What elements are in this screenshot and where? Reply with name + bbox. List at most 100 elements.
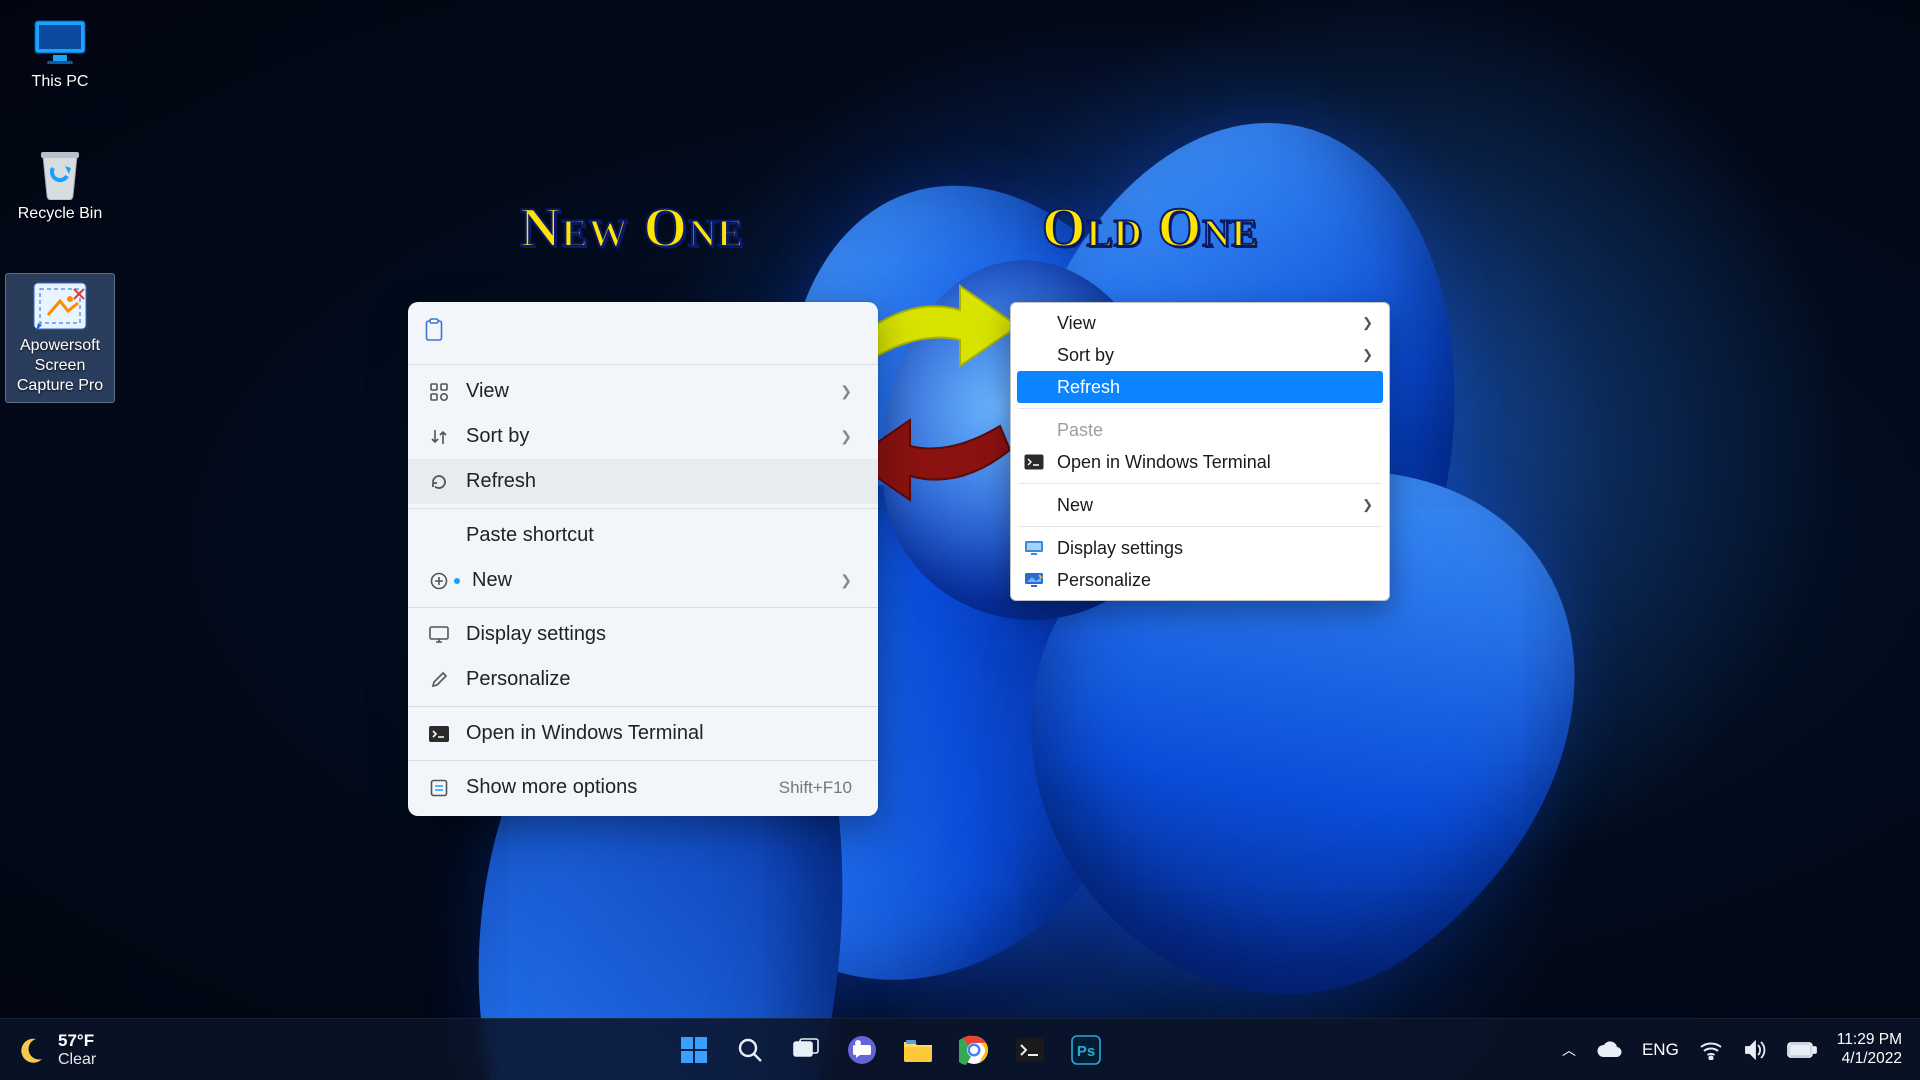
menu-item-label: New [1057, 495, 1350, 516]
menu-item-label: Open in Windows Terminal [466, 722, 858, 745]
annotation-new-label: New One [520, 196, 744, 260]
chrome-button[interactable] [957, 1033, 991, 1067]
volume-icon[interactable] [1743, 1040, 1767, 1060]
menu-item-sort-by[interactable]: Sort by ❯ [408, 414, 878, 459]
brush-icon [428, 669, 450, 691]
old-menu-item-refresh[interactable]: Refresh [1017, 371, 1383, 403]
blank-icon [1023, 312, 1045, 334]
blank-icon [1023, 419, 1045, 441]
menu-item-open-terminal[interactable]: Open in Windows Terminal [408, 711, 878, 756]
refresh-icon [428, 471, 450, 493]
menu-item-label: Refresh [466, 470, 858, 493]
menu-separator [408, 706, 878, 707]
language-indicator[interactable]: ENG [1642, 1040, 1679, 1060]
search-button[interactable] [733, 1033, 767, 1067]
menu-separator [1019, 408, 1381, 409]
old-menu-item-new[interactable]: New ❯ [1017, 489, 1383, 521]
blank-icon [1023, 344, 1045, 366]
clock-date: 4/1/2022 [1837, 1050, 1902, 1069]
menu-item-label: Personalize [466, 668, 858, 691]
menu-item-label: Open in Windows Terminal [1057, 452, 1373, 473]
wifi-icon[interactable] [1699, 1040, 1723, 1060]
chevron-right-icon: ❯ [1362, 497, 1373, 513]
plus-circle-icon [428, 570, 450, 592]
menu-separator [408, 760, 878, 761]
onedrive-icon[interactable] [1596, 1041, 1622, 1059]
context-menu-new: View ❯ Sort by ❯ Refresh Paste shortcut … [408, 302, 878, 816]
desktop-icon-label: Apowersoft Screen Capture Pro [8, 336, 112, 396]
desktop-icon-apowersoft[interactable]: Apowersoft Screen Capture Pro [6, 274, 114, 402]
chevron-right-icon: ❯ [1362, 315, 1373, 331]
menu-separator [1019, 526, 1381, 527]
menu-separator [408, 607, 878, 608]
menu-item-label: Display settings [466, 623, 858, 646]
menu-item-label: Sort by [466, 425, 824, 448]
menu-item-paste-shortcut[interactable]: Paste shortcut [408, 513, 878, 558]
clock-time: 11:29 PM [1837, 1031, 1902, 1050]
blank-icon [1023, 494, 1045, 516]
chevron-right-icon: ❯ [840, 572, 858, 589]
file-explorer-button[interactable] [901, 1033, 935, 1067]
menu-item-label: New [472, 569, 824, 592]
battery-icon[interactable] [1787, 1042, 1817, 1058]
menu-item-display-settings[interactable]: Display settings [408, 612, 878, 657]
desktop-icon-label: This PC [8, 72, 112, 92]
recycle-bin-icon [30, 150, 90, 198]
monitor-icon [30, 18, 90, 66]
menu-item-label: Refresh [1057, 377, 1373, 398]
weather-condition: Clear [58, 1051, 96, 1069]
moon-icon [16, 1035, 46, 1065]
taskbar-weather[interactable]: 57°F Clear [0, 1031, 300, 1069]
desktop-wallpaper [0, 0, 1920, 1080]
desktop-icon-this-pc[interactable]: This PC [6, 10, 114, 98]
menu-item-label: Sort by [1057, 345, 1350, 366]
old-menu-item-display-settings[interactable]: Display settings [1017, 532, 1383, 564]
menu-item-label: View [1057, 313, 1350, 334]
context-menu-old: View ❯ Sort by ❯ Refresh Paste Open in W… [1010, 302, 1390, 601]
menu-item-show-more[interactable]: Show more options Shift+F10 [408, 765, 878, 810]
old-menu-item-view[interactable]: View ❯ [1017, 307, 1383, 339]
more-options-icon [428, 777, 450, 799]
menu-item-label: Personalize [1057, 570, 1373, 591]
taskbar-clock[interactable]: 11:29 PM 4/1/2022 [1837, 1031, 1902, 1068]
start-button[interactable] [677, 1033, 711, 1067]
chevron-right-icon: ❯ [1362, 347, 1373, 363]
screenshot-app-icon [30, 282, 90, 330]
menu-separator [408, 508, 878, 509]
desktop-icon-label: Recycle Bin [8, 204, 112, 224]
menu-separator [1019, 483, 1381, 484]
menu-item-label: Display settings [1057, 538, 1373, 559]
shield-dot-icon [454, 578, 460, 584]
taskbar: 57°F Clear Ps ︿ [0, 1018, 1920, 1080]
photoshop-button[interactable]: Ps [1069, 1033, 1103, 1067]
chevron-right-icon: ❯ [840, 383, 858, 400]
menu-item-view[interactable]: View ❯ [408, 369, 878, 414]
weather-temp: 57°F [58, 1031, 96, 1051]
old-menu-item-paste: Paste [1017, 414, 1383, 446]
terminal-app-button[interactable] [1013, 1033, 1047, 1067]
old-menu-item-open-terminal[interactable]: Open in Windows Terminal [1017, 446, 1383, 478]
menu-item-refresh[interactable]: Refresh [408, 459, 878, 504]
old-menu-item-sort-by[interactable]: Sort by ❯ [1017, 339, 1383, 371]
menu-item-shortcut: Shift+F10 [779, 778, 858, 798]
teams-chat-button[interactable] [845, 1033, 879, 1067]
menu-item-label: Paste [1057, 420, 1373, 441]
annotation-old-label: Old One [1042, 196, 1258, 260]
chevron-right-icon: ❯ [840, 428, 858, 445]
old-menu-item-personalize[interactable]: Personalize [1017, 564, 1383, 596]
terminal-icon [1023, 451, 1045, 473]
display-icon [428, 624, 450, 646]
svg-text:Ps: Ps [1077, 1043, 1095, 1060]
menu-item-new[interactable]: New ❯ [408, 558, 878, 603]
sort-icon [428, 426, 450, 448]
menu-item-personalize[interactable]: Personalize [408, 657, 878, 702]
task-view-button[interactable] [789, 1033, 823, 1067]
desktop-icon-recycle-bin[interactable]: Recycle Bin [6, 142, 114, 230]
tray-chevron-icon[interactable]: ︿ [1562, 1040, 1576, 1060]
blank-icon [1023, 376, 1045, 398]
terminal-icon [428, 723, 450, 745]
menu-item-label: Show more options [466, 776, 763, 799]
clipboard-icon[interactable] [424, 318, 444, 342]
display-color-icon [1023, 537, 1045, 559]
grid-icon [428, 381, 450, 403]
